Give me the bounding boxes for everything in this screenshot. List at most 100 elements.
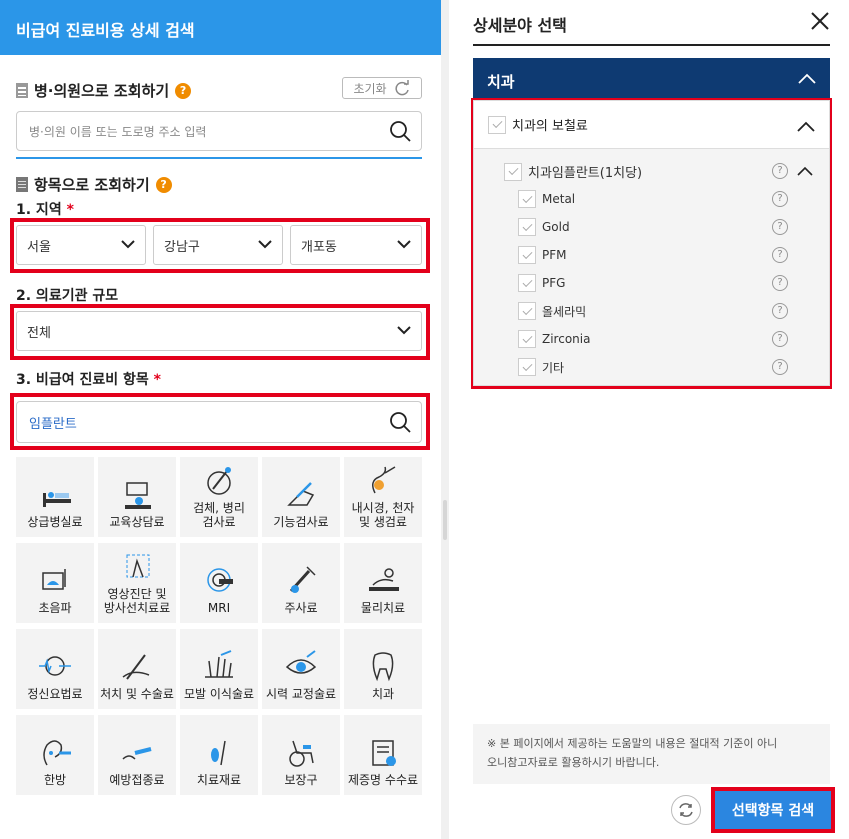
category-tile[interactable]: 기능검사료 xyxy=(262,457,340,537)
help-icon[interactable]: ? xyxy=(772,303,788,319)
help-icon[interactable]: ? xyxy=(772,247,788,263)
category-tile[interactable]: 한방 xyxy=(16,715,94,795)
chevron-up-icon[interactable] xyxy=(797,166,813,176)
scale-select[interactable]: 전체 xyxy=(16,311,422,351)
consultation-icon xyxy=(125,482,151,509)
checkbox[interactable] xyxy=(518,246,536,264)
chevron-up-icon[interactable] xyxy=(797,121,815,132)
selected-search-button[interactable]: 선택항목 검색 xyxy=(715,791,831,829)
help-icon[interactable]: ? xyxy=(175,82,192,99)
chevron-down-icon xyxy=(121,240,135,249)
category-tile[interactable]: 치과 xyxy=(344,629,422,709)
checkbox[interactable] xyxy=(488,115,506,134)
category-tile[interactable]: 초음파 xyxy=(16,543,94,623)
tree-item[interactable]: 기타 xyxy=(518,358,564,376)
category-label: 모발 이식술료 xyxy=(183,687,255,701)
chevron-up-icon[interactable] xyxy=(798,73,816,84)
checkbox[interactable] xyxy=(518,330,536,348)
help-icon[interactable]: ? xyxy=(772,359,788,375)
search-icon[interactable] xyxy=(389,411,411,433)
category-tile[interactable]: MRI xyxy=(180,543,258,623)
category-tile[interactable]: 내시경, 천자 및 생검료 xyxy=(344,457,422,537)
category-label: 예방접종료 xyxy=(109,773,165,787)
syringe-icon xyxy=(289,566,316,593)
category-label: 치과 xyxy=(371,687,395,701)
sigungu-select[interactable]: 강남구 xyxy=(153,225,283,265)
category-header[interactable]: 치과 xyxy=(473,58,830,100)
category-tile[interactable]: 처치 및 수술료 xyxy=(98,629,176,709)
hospital-search-input[interactable]: 병·의원 이름 또는 도로명 주소 입력 xyxy=(16,111,422,151)
title-underline xyxy=(473,44,830,46)
tree-item-label: 올세라믹 xyxy=(542,304,587,319)
checkbox[interactable] xyxy=(518,302,536,320)
category-tile[interactable]: 물리치료 xyxy=(344,543,422,623)
tree-top-item[interactable]: 치과의 보철료 xyxy=(474,101,829,149)
item-search-input[interactable]: 임플란트 xyxy=(16,401,422,443)
category-label: 정신요법료 xyxy=(27,687,83,701)
sido-select[interactable]: 서울 xyxy=(16,225,146,265)
category-label: 및 생검료 xyxy=(359,515,407,529)
category-tile[interactable]: 상급병실료 xyxy=(16,457,94,537)
checkbox[interactable] xyxy=(518,358,536,376)
refresh-button[interactable] xyxy=(671,795,701,825)
category-tile[interactable]: 영상진단 및 방사선치료료 xyxy=(98,543,176,623)
help-icon[interactable]: ? xyxy=(772,219,788,235)
category-tile[interactable]: 제증명 수수료 xyxy=(344,715,422,795)
hospital-search-label: 병·의원으로 조회하기 xyxy=(34,82,170,100)
category-tile[interactable]: 시력 교정술료 xyxy=(262,629,340,709)
tree-item[interactable]: 올세라믹 xyxy=(518,302,586,320)
category-label: 검체, 병리 xyxy=(193,501,245,515)
close-icon[interactable] xyxy=(809,10,831,32)
help-icon[interactable]: ? xyxy=(772,163,788,179)
tree-item[interactable]: Zirconia xyxy=(518,330,590,348)
surgery-icon xyxy=(122,654,150,680)
category-label: MRI xyxy=(207,601,231,615)
category-tile[interactable]: 교육상담료 xyxy=(98,457,176,537)
dong-select[interactable]: 개포동 xyxy=(290,225,422,265)
help-icon[interactable]: ? xyxy=(772,275,788,291)
category-tile[interactable]: 검체, 병리 검사료 xyxy=(180,457,258,537)
vaccine-icon xyxy=(122,747,152,760)
category-tile[interactable]: 모발 이식술료 xyxy=(180,629,258,709)
tree-item[interactable]: Gold xyxy=(518,218,570,236)
tree-item-label: PFM xyxy=(542,248,567,262)
help-icon[interactable]: ? xyxy=(772,191,788,207)
acupuncture-icon xyxy=(43,740,71,766)
tree-sub-item[interactable]: 치과임플란트(1치당) xyxy=(504,162,642,181)
item-label: 3. 비급여 진료비 항목 * xyxy=(16,369,161,389)
checkbox[interactable] xyxy=(518,190,536,208)
sido-value: 서울 xyxy=(27,239,51,255)
category-tile[interactable]: 정신요법료 xyxy=(16,629,94,709)
item-search-label: 항목으로 조회하기 xyxy=(34,176,150,194)
reset-label: 초기화 xyxy=(353,81,387,96)
tree-top-label: 치과의 보철료 xyxy=(512,119,588,134)
search-icon[interactable] xyxy=(389,120,411,142)
tree-item[interactable]: Metal xyxy=(518,190,575,208)
item-label-text: 3. 비급여 진료비 항목 xyxy=(16,372,149,388)
item-search-value: 임플란트 xyxy=(29,416,77,432)
tree-item[interactable]: PFM xyxy=(518,246,567,264)
notice-box: ※ 본 페이지에서 제공하는 도움말의 내용은 절대적 기준이 아니 오니참고자… xyxy=(473,724,830,784)
category-tile[interactable]: 보장구 xyxy=(262,715,340,795)
panel-scrollbar[interactable] xyxy=(441,0,449,839)
help-icon[interactable]: ? xyxy=(772,331,788,347)
section-divider xyxy=(16,157,422,159)
category-tile[interactable]: 예방접종료 xyxy=(98,715,176,795)
category-label: 기능검사료 xyxy=(273,515,329,529)
tree-item-label: Zirconia xyxy=(542,332,591,346)
checkbox[interactable] xyxy=(518,218,536,236)
detail-tree: 치과의 보철료 치과임플란트(1치당) ? Metal? Gold? PFM? PFG… xyxy=(473,100,830,386)
scrollbar-thumb[interactable] xyxy=(443,500,447,540)
checkbox[interactable] xyxy=(518,274,536,292)
help-icon[interactable]: ? xyxy=(155,176,172,193)
tree-item[interactable]: PFG xyxy=(518,274,565,292)
notice-line: ※ 본 페이지에서 제공하는 도움말의 내용은 절대적 기준이 아니 xyxy=(487,737,778,750)
checkbox[interactable] xyxy=(504,162,522,181)
item-search-title: 항목으로 조회하기 ? xyxy=(16,174,172,195)
reset-button[interactable]: 초기화 xyxy=(342,77,422,99)
category-label: 주사료 xyxy=(284,601,318,615)
category-header-label: 치과 xyxy=(487,73,515,91)
category-tile[interactable]: 치료재료 xyxy=(180,715,258,795)
category-tile[interactable]: 주사료 xyxy=(262,543,340,623)
hospital-bed-icon xyxy=(43,492,71,507)
